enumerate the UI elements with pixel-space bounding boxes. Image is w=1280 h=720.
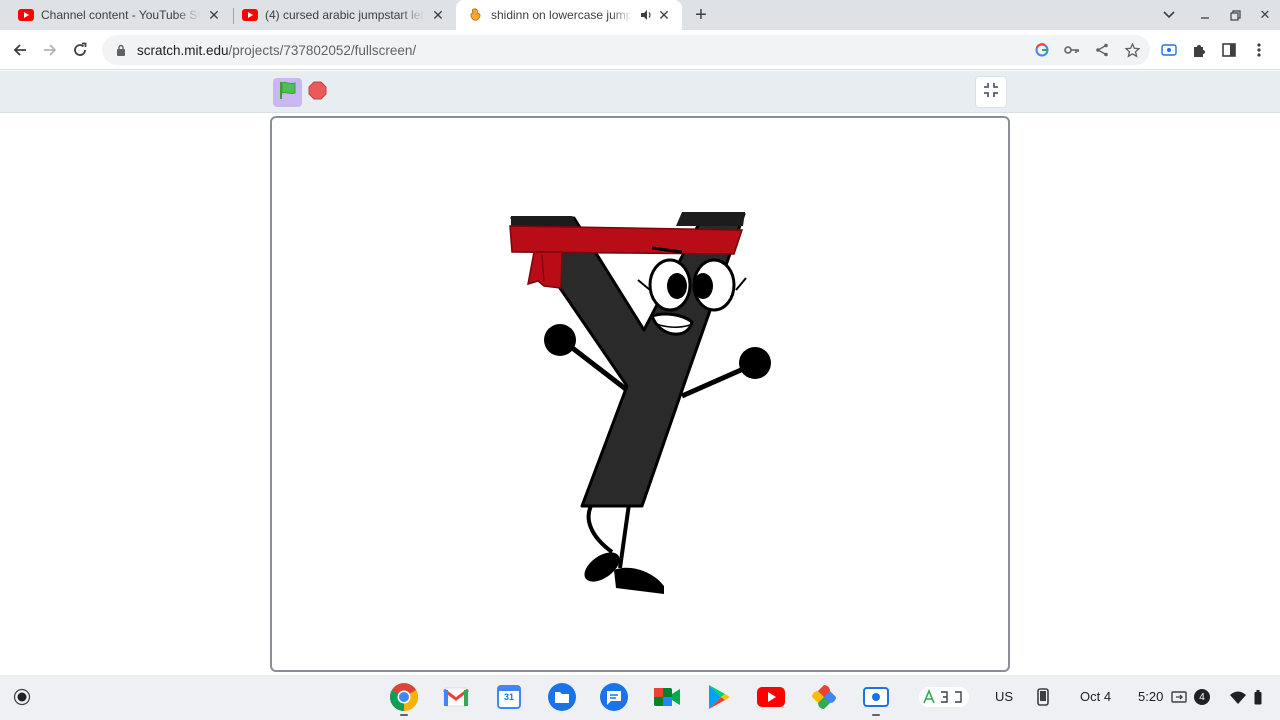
- meet-icon[interactable]: [651, 681, 683, 713]
- youtube-icon[interactable]: [755, 681, 787, 713]
- running-indicator: [872, 714, 880, 716]
- google-lens-icon[interactable]: [1034, 42, 1050, 58]
- forward-arrow-icon[interactable]: [38, 38, 62, 62]
- clock[interactable]: 5:20: [1138, 689, 1163, 704]
- play-store-icon[interactable]: [703, 681, 735, 713]
- lock-icon[interactable]: [114, 43, 128, 57]
- share-icon[interactable]: [1094, 42, 1110, 58]
- messages-icon[interactable]: [598, 681, 630, 713]
- calendar-icon[interactable]: 31: [493, 681, 525, 713]
- menu-kebab-icon[interactable]: [1247, 38, 1271, 62]
- notification-badge[interactable]: 4: [1192, 687, 1212, 707]
- tab-youtube-studio[interactable]: Channel content - YouTube Studio ✕: [0, 0, 232, 30]
- extensions-puzzle-icon[interactable]: [1187, 38, 1211, 62]
- side-panel-icon[interactable]: [1217, 38, 1241, 62]
- stop-button[interactable]: [308, 81, 327, 105]
- green-flag-button[interactable]: [273, 78, 302, 107]
- launcher-button[interactable]: [10, 685, 34, 709]
- tab-title: shidinn on lowercase jumpstart: [491, 8, 632, 22]
- notification-count: 4: [1194, 689, 1210, 705]
- url-host: scratch.mit.edu: [137, 42, 229, 58]
- chromeos-shelf: 31 US Oct 4 5:20 4: [0, 675, 1280, 720]
- chrome-icon[interactable]: [388, 681, 420, 716]
- back-arrow-icon[interactable]: [8, 38, 32, 62]
- url-path: /projects/737802052/fullscreen/: [228, 42, 417, 58]
- close-tab-icon[interactable]: ✕: [206, 7, 222, 23]
- ime-indicator[interactable]: US: [995, 689, 1013, 704]
- youtube-icon: [242, 7, 258, 23]
- green-flag-icon: [278, 80, 298, 105]
- exit-fullscreen-button[interactable]: [975, 76, 1007, 108]
- tab-scratch-project[interactable]: shidinn on lowercase jumpstart ✕: [456, 0, 682, 30]
- project-stage[interactable]: [270, 116, 1010, 672]
- close-tab-icon[interactable]: ✕: [430, 7, 446, 23]
- close-tab-icon[interactable]: ✕: [656, 7, 672, 23]
- pinned-tray-icons[interactable]: [919, 687, 969, 707]
- tab-title: (4) cursed arabic jumpstart letters: [265, 8, 424, 22]
- tab-search-icon[interactable]: [1158, 4, 1180, 26]
- url-text: scratch.mit.edu/projects/737802052/fulls…: [137, 43, 416, 58]
- screen-share-icon[interactable]: [1169, 687, 1189, 707]
- letter-y-character: [509, 212, 771, 594]
- wifi-icon[interactable]: [1228, 687, 1248, 707]
- speaker-icon[interactable]: [638, 7, 654, 23]
- files-icon[interactable]: [546, 681, 578, 713]
- tab-strip: Channel content - YouTube Studio ✕ (4) c…: [0, 0, 1280, 30]
- scratch-controls-bar: [0, 71, 1280, 113]
- youtube-icon: [18, 7, 34, 23]
- phone-hub-icon[interactable]: [1033, 687, 1053, 707]
- stop-sign-icon: [308, 81, 327, 105]
- photos-icon[interactable]: [808, 681, 840, 713]
- minimize-icon[interactable]: [1194, 4, 1216, 26]
- bookmark-star-icon[interactable]: [1124, 42, 1140, 58]
- tab-title: Channel content - YouTube Studio: [41, 8, 200, 22]
- exit-fullscreen-icon: [983, 82, 999, 103]
- scratch-icon: [468, 7, 484, 23]
- gmail-icon[interactable]: [440, 681, 472, 713]
- date-tray[interactable]: Oct 4: [1080, 689, 1111, 704]
- new-tab-button[interactable]: +: [690, 4, 712, 26]
- calendar-day: 31: [503, 692, 514, 702]
- browser-toolbar: scratch.mit.edu/projects/737802052/fulls…: [0, 30, 1280, 70]
- running-indicator: [400, 714, 408, 716]
- battery-icon[interactable]: [1248, 687, 1268, 707]
- screen-cast-icon[interactable]: [1157, 38, 1181, 62]
- key-icon[interactable]: [1064, 42, 1080, 58]
- screen-capture-icon[interactable]: [860, 681, 892, 716]
- address-bar[interactable]: scratch.mit.edu/projects/737802052/fulls…: [102, 35, 1150, 65]
- restore-icon[interactable]: [1224, 4, 1246, 26]
- close-window-icon[interactable]: ✕: [1254, 4, 1276, 26]
- reload-icon[interactable]: [68, 38, 92, 62]
- tab-cursed-arabic[interactable]: (4) cursed arabic jumpstart letters ✕: [224, 0, 456, 30]
